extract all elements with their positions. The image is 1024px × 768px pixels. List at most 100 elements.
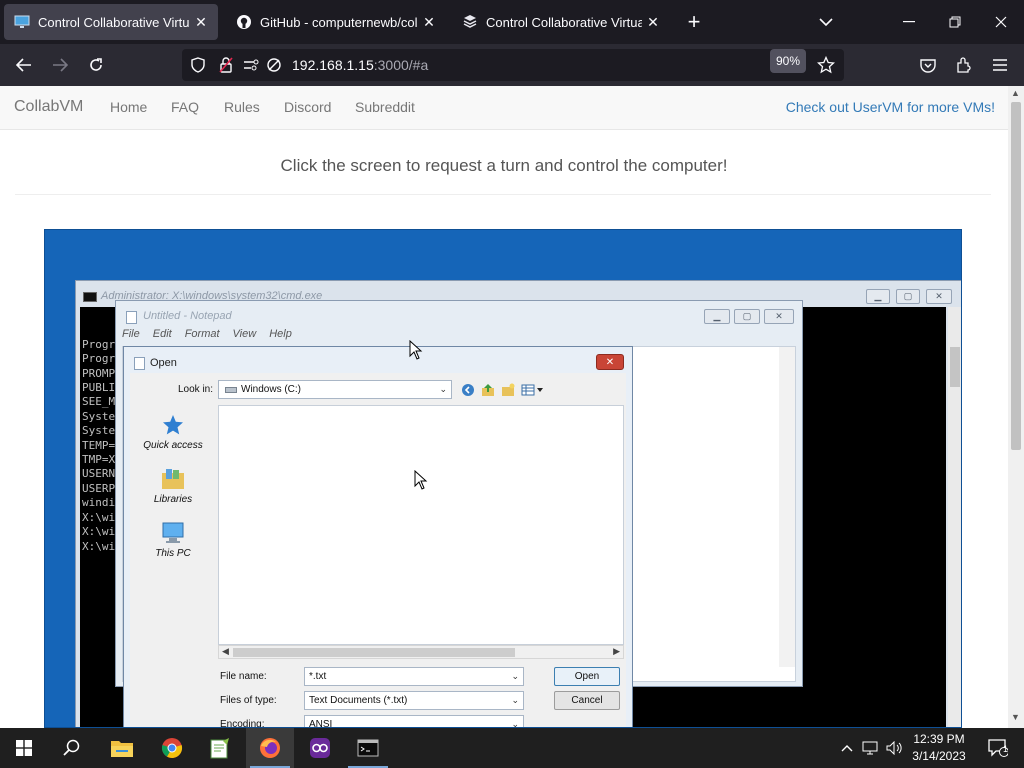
open-dialog[interactable]: Open ✕ Look in: Windows (C:) ⌄ Quick acc… [123, 346, 633, 728]
menu-view[interactable]: View [233, 328, 257, 340]
tab-github[interactable]: GitHub - computernewb/collab ✕ [226, 4, 446, 40]
taskbar-firefox[interactable] [246, 728, 294, 768]
close-icon[interactable]: ✕ [646, 14, 660, 31]
window-close-icon[interactable] [985, 6, 1017, 38]
pocket-icon[interactable] [912, 49, 944, 81]
scroll-down-icon[interactable]: ▼ [1011, 712, 1020, 722]
bookmark-star-icon[interactable] [810, 49, 842, 81]
brand-link[interactable]: CollabVM [14, 98, 83, 116]
menu-hamburger-icon[interactable] [984, 49, 1016, 81]
taskbar-app-purple[interactable] [296, 728, 344, 768]
menu-format[interactable]: Format [185, 328, 220, 340]
file-name-combo[interactable]: *.txt ⌄ [304, 667, 524, 686]
forward-arrow-icon[interactable] [44, 49, 76, 81]
notepad-minimize-button[interactable]: ▁ [704, 309, 730, 324]
notification-count: 1 [1003, 744, 1009, 754]
chrome-icon [161, 738, 183, 758]
nav-home[interactable]: Home [110, 99, 147, 115]
scroll-thumb[interactable] [233, 648, 515, 657]
notification-center-button[interactable]: 1 [978, 728, 1018, 768]
menu-edit[interactable]: Edit [153, 328, 172, 340]
extensions-icon[interactable] [948, 49, 980, 81]
minimize-icon[interactable] [893, 6, 925, 38]
zoom-level-button[interactable]: 90% [770, 49, 806, 73]
chevron-down-icon[interactable]: ⌄ [511, 719, 519, 727]
place-quick-access[interactable]: Quick access [132, 413, 214, 451]
volume-icon[interactable] [884, 728, 906, 768]
nav-rules[interactable]: Rules [224, 99, 260, 115]
tab-collabvm-2[interactable]: Control Collaborative Virtual M ✕ [452, 4, 670, 40]
file-list[interactable] [218, 405, 624, 645]
scroll-left-icon[interactable]: ◀ [222, 646, 229, 657]
nav-discord[interactable]: Discord [284, 99, 331, 115]
close-icon[interactable]: ✕ [422, 14, 436, 31]
dialog-icon [134, 357, 145, 370]
cmd-scroll-thumb[interactable] [950, 347, 960, 387]
uservm-link[interactable]: Check out UserVM for more VMs! [786, 99, 995, 115]
cmd-minimize-button[interactable]: ▁ [866, 289, 890, 304]
divider [15, 194, 991, 195]
shield-icon[interactable] [188, 55, 208, 75]
up-folder-icon[interactable] [480, 382, 495, 397]
page-scroll-thumb[interactable] [1011, 102, 1021, 450]
notepad-scrollbar[interactable] [779, 347, 795, 667]
chevron-down-icon: ⌄ [439, 384, 447, 394]
dialog-close-button[interactable]: ✕ [596, 354, 624, 370]
place-label: Quick access [143, 440, 203, 451]
notepad-close-button[interactable]: ✕ [764, 309, 794, 324]
blocked-media-icon[interactable] [264, 55, 284, 75]
nav-subreddit[interactable]: Subreddit [355, 99, 415, 115]
new-tab-button[interactable]: + [678, 6, 710, 38]
tab-list-chevron-icon[interactable] [810, 6, 842, 38]
notepad-maximize-button[interactable]: ▢ [734, 309, 760, 324]
cmd-scrollbar[interactable] [948, 307, 961, 727]
tab-label: GitHub - computernewb/collab [260, 14, 418, 30]
taskbar-terminal[interactable] [344, 728, 392, 768]
folder-icon [111, 741, 133, 757]
page-scrollbar[interactable]: ▲ ▼ [1008, 86, 1024, 728]
url-text[interactable]: 192.168.1.15:3000/#a [292, 57, 428, 73]
chevron-down-icon[interactable]: ⌄ [511, 671, 519, 682]
vm-screen[interactable]: Administrator: X:\windows\system32\cmd.e… [44, 229, 962, 728]
encoding-label: Encoding: [220, 719, 265, 728]
cmd-maximize-button[interactable]: ▢ [896, 289, 920, 304]
taskbar-file-explorer[interactable] [98, 728, 146, 768]
open-button[interactable]: Open [554, 667, 620, 686]
tab-label: Control Collaborative Virtual M [38, 14, 190, 30]
insecure-lock-icon[interactable] [216, 55, 236, 75]
restore-icon[interactable] [939, 6, 971, 38]
nav-faq[interactable]: FAQ [171, 99, 199, 115]
cmd-close-button[interactable]: ✕ [926, 289, 952, 304]
search-button[interactable] [48, 728, 96, 768]
place-this-pc[interactable]: This PC [132, 521, 214, 559]
close-icon[interactable]: ✕ [194, 14, 208, 31]
cancel-button[interactable]: Cancel [554, 691, 620, 710]
view-menu-icon[interactable] [520, 382, 544, 397]
taskbar-chrome[interactable] [148, 728, 196, 768]
chevron-down-icon[interactable]: ⌄ [511, 695, 519, 706]
file-type-dropdown[interactable]: Text Documents (*.txt) ⌄ [304, 691, 524, 710]
new-folder-icon[interactable] [500, 382, 515, 397]
scroll-up-icon[interactable]: ▲ [1011, 88, 1020, 98]
permissions-icon[interactable] [242, 55, 262, 75]
show-hidden-icons-chevron-icon[interactable] [838, 728, 856, 768]
reload-icon[interactable] [80, 49, 112, 81]
back-icon[interactable] [460, 382, 475, 397]
taskbar-clock[interactable]: 12:39 PM 3/14/2023 [905, 731, 973, 765]
taskbar-notepad-plus[interactable] [196, 728, 244, 768]
menu-help[interactable]: Help [269, 328, 292, 340]
tab-collabvm-1[interactable]: Control Collaborative Virtual M ✕ [4, 4, 218, 40]
star-icon [163, 415, 183, 435]
look-in-dropdown[interactable]: Windows (C:) ⌄ [218, 380, 452, 399]
address-bar[interactable]: 192.168.1.15:3000/#a [182, 49, 844, 81]
back-arrow-icon[interactable] [8, 49, 40, 81]
start-button[interactable] [0, 728, 48, 768]
menu-file[interactable]: File [122, 328, 140, 340]
network-icon[interactable] [860, 728, 882, 768]
scroll-right-icon[interactable]: ▶ [613, 646, 620, 657]
encoding-dropdown[interactable]: ANSI ⌄ [304, 715, 524, 727]
file-list-scrollbar[interactable]: ◀ ▶ [218, 645, 624, 659]
place-libraries[interactable]: Libraries [132, 467, 214, 505]
url-host: 192.168.1.15 [292, 57, 374, 73]
collabvm-icon [463, 15, 477, 28]
